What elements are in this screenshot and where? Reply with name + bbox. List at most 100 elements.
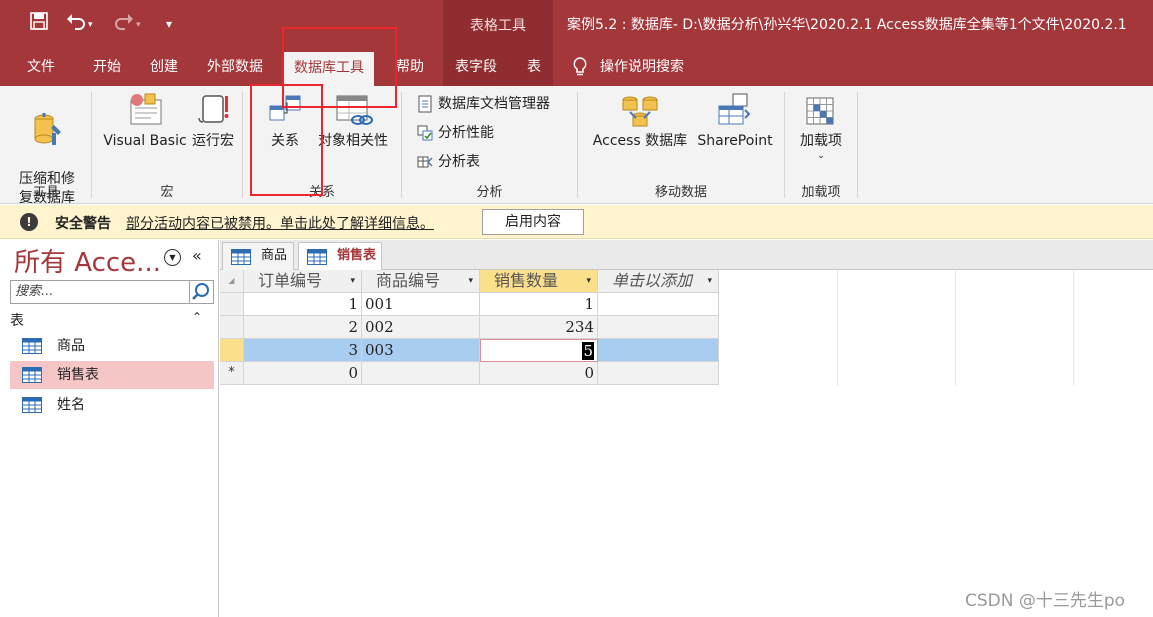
table-icon (307, 249, 327, 265)
cell-empty[interactable] (598, 362, 719, 385)
window-title: 案例5.2 : 数据库- D:\数据分析\孙兴华\2020.2.1 Access… (567, 17, 1127, 33)
ribbon-group-addins: 加载项 ⌄ 加载项 (785, 86, 857, 204)
group-label-addins: 加载项 (801, 185, 841, 200)
analyze-performance-icon (417, 125, 433, 141)
cell-product-id[interactable]: 001 (362, 293, 480, 316)
cell-empty[interactable] (598, 316, 719, 339)
cell-quantity-new[interactable]: 0 (480, 362, 598, 385)
ribbon-group-analyze: 数据库文档管理器 分析性能 分析表 分析 (402, 86, 577, 204)
ribbon-tab-row: 文件 开始 创建 外部数据 数据库工具 帮助 表字段 表 操作说明搜索 (0, 48, 1153, 86)
security-warning-bar: ! 安全警告 部分活动内容已被禁用。单击此处了解详细信息。 启用内容 (0, 205, 1153, 239)
sharepoint-button[interactable]: SharePoint (692, 92, 778, 151)
column-header-order-id[interactable]: 订单编号 ▾ (244, 270, 362, 293)
cell-quantity[interactable]: 1 (480, 293, 598, 316)
select-all-corner[interactable]: ◢ (220, 270, 244, 293)
tab-file[interactable]: 文件 (27, 48, 55, 86)
title-bar: ▾ ▾ ▾ 表格工具 案例5.2 : 数据库- D:\数据分析\孙兴华\2020… (0, 0, 1153, 48)
lightbulb-icon (573, 57, 587, 76)
nav-search-input[interactable]: 搜索... (10, 280, 190, 304)
analyze-table-icon (417, 156, 433, 168)
column-dropdown-icon[interactable]: ▾ (707, 270, 712, 292)
nav-item-product[interactable]: 商品 (10, 332, 214, 360)
context-tab-table-tools: 表格工具 (443, 0, 553, 48)
warning-icon: ! (20, 213, 38, 231)
group-label-move-data: 移动数据 (654, 185, 707, 200)
navigation-pane: 所有 Acce... ▼ « 搜索... 表 ⌃ 商品 销售表 姓名 (0, 240, 219, 617)
nav-item-name[interactable]: 姓名 (10, 391, 214, 419)
tab-home[interactable]: 开始 (93, 48, 121, 86)
tab-table-fields[interactable]: 表字段 (455, 48, 497, 86)
tab-table[interactable]: 表 (527, 48, 541, 86)
tell-me-search[interactable]: 操作说明搜索 (572, 48, 684, 86)
doc-tab-product[interactable]: 商品 (222, 242, 294, 270)
security-warning-title: 安全警告 (55, 216, 111, 232)
ribbon-group-macro: Visual Basic 运行宏 宏 (92, 86, 242, 204)
row-selector[interactable] (220, 293, 244, 316)
cell-order-id[interactable]: 2 (244, 316, 362, 339)
annotation-box-relationships (250, 84, 323, 196)
cell-quantity[interactable]: 234 (480, 316, 598, 339)
row-selector-new[interactable]: * (220, 362, 244, 385)
cell-quantity-editing[interactable]: 5 (480, 339, 598, 362)
column-dropdown-icon[interactable]: ▾ (350, 270, 355, 292)
analyze-performance-button[interactable]: 分析性能 (416, 122, 494, 144)
tab-create[interactable]: 创建 (150, 48, 178, 86)
ribbon-group-tools: 压缩和修 复数据库 工具 (0, 86, 92, 206)
documenter-icon (418, 95, 432, 113)
table-icon (22, 397, 42, 413)
search-icon[interactable] (190, 280, 214, 304)
cell-empty[interactable] (598, 293, 719, 316)
group-label-tools: 工具 (32, 185, 59, 200)
watermark: CSDN @十三先生po (965, 591, 1126, 611)
row-selector-current[interactable] (220, 339, 244, 362)
undo-dropdown-icon[interactable]: ▾ (88, 20, 93, 30)
column-dropdown-icon[interactable]: ▾ (586, 270, 591, 292)
table-icon (231, 249, 251, 265)
nav-pane-title[interactable]: 所有 Acce... (14, 242, 161, 279)
addins-button[interactable]: 加载项 ⌄ (793, 92, 849, 161)
run-macro-button[interactable]: 运行宏 (188, 92, 238, 151)
cell-product-id[interactable]: 003 (362, 339, 480, 362)
document-area: 商品 销售表 ◢ 订单编号 ▾ 商品编号 ▾ 销售数量 ▾ 单击以添加 ▾ 1 001 … (220, 240, 1153, 617)
column-dropdown-icon[interactable]: ▾ (468, 270, 473, 292)
access-database-button[interactable]: Access 数据库 (588, 92, 692, 151)
enable-content-button[interactable]: 启用内容 (482, 209, 584, 235)
nav-menu-dropdown-icon[interactable]: ▼ (164, 249, 181, 266)
cell-empty[interactable] (598, 339, 719, 362)
compact-repair-icon (34, 113, 61, 145)
doc-tab-sales[interactable]: 销售表 (298, 242, 382, 271)
group-label-macro: 宏 (160, 185, 174, 200)
cell-order-id[interactable]: 3 (244, 339, 362, 362)
undo-icon[interactable]: ▾ (66, 12, 93, 36)
cell-order-id-new[interactable]: 0 (244, 362, 362, 385)
visual-basic-button[interactable]: Visual Basic (100, 92, 190, 151)
sharepoint-icon (718, 93, 751, 125)
row-selector[interactable] (220, 316, 244, 339)
nav-section-tables[interactable]: 表 ⌃ (10, 310, 214, 332)
table-icon (22, 338, 42, 354)
cell-product-id[interactable]: 002 (362, 316, 480, 339)
table-icon (22, 367, 42, 383)
tab-help[interactable]: 帮助 (396, 48, 424, 86)
group-label-analyze: 分析 (476, 185, 503, 200)
customize-qat-icon[interactable]: ▾ (166, 12, 172, 36)
redo-icon: ▾ (114, 12, 141, 36)
section-collapse-icon[interactable]: ⌃ (192, 310, 202, 324)
column-header-click-to-add[interactable]: 单击以添加 ▾ (598, 270, 719, 293)
database-documenter-button[interactable]: 数据库文档管理器 (416, 93, 550, 115)
addins-dropdown-icon: ⌄ (817, 151, 825, 161)
save-icon[interactable] (30, 12, 48, 36)
nav-collapse-icon[interactable]: « (192, 246, 202, 265)
ribbon: 压缩和修 复数据库 工具 Visual Basic 运行宏 宏 关系 对象相关性… (0, 86, 1153, 206)
column-header-product-id[interactable]: 商品编号 ▾ (362, 270, 480, 293)
ribbon-group-move-data: Access 数据库 SharePoint 移动数据 (578, 86, 784, 204)
column-header-quantity[interactable]: 销售数量 ▾ (480, 270, 598, 293)
addins-icon (806, 97, 834, 125)
tab-external-data[interactable]: 外部数据 (207, 48, 263, 86)
cell-product-id-new[interactable] (362, 362, 480, 385)
cell-order-id[interactable]: 1 (244, 293, 362, 316)
security-warning-link[interactable]: 部分活动内容已被禁用。单击此处了解详细信息。 (126, 213, 434, 233)
nav-item-sales[interactable]: 销售表 (10, 361, 214, 389)
access-database-icon (622, 96, 658, 127)
analyze-table-button[interactable]: 分析表 (416, 151, 480, 173)
